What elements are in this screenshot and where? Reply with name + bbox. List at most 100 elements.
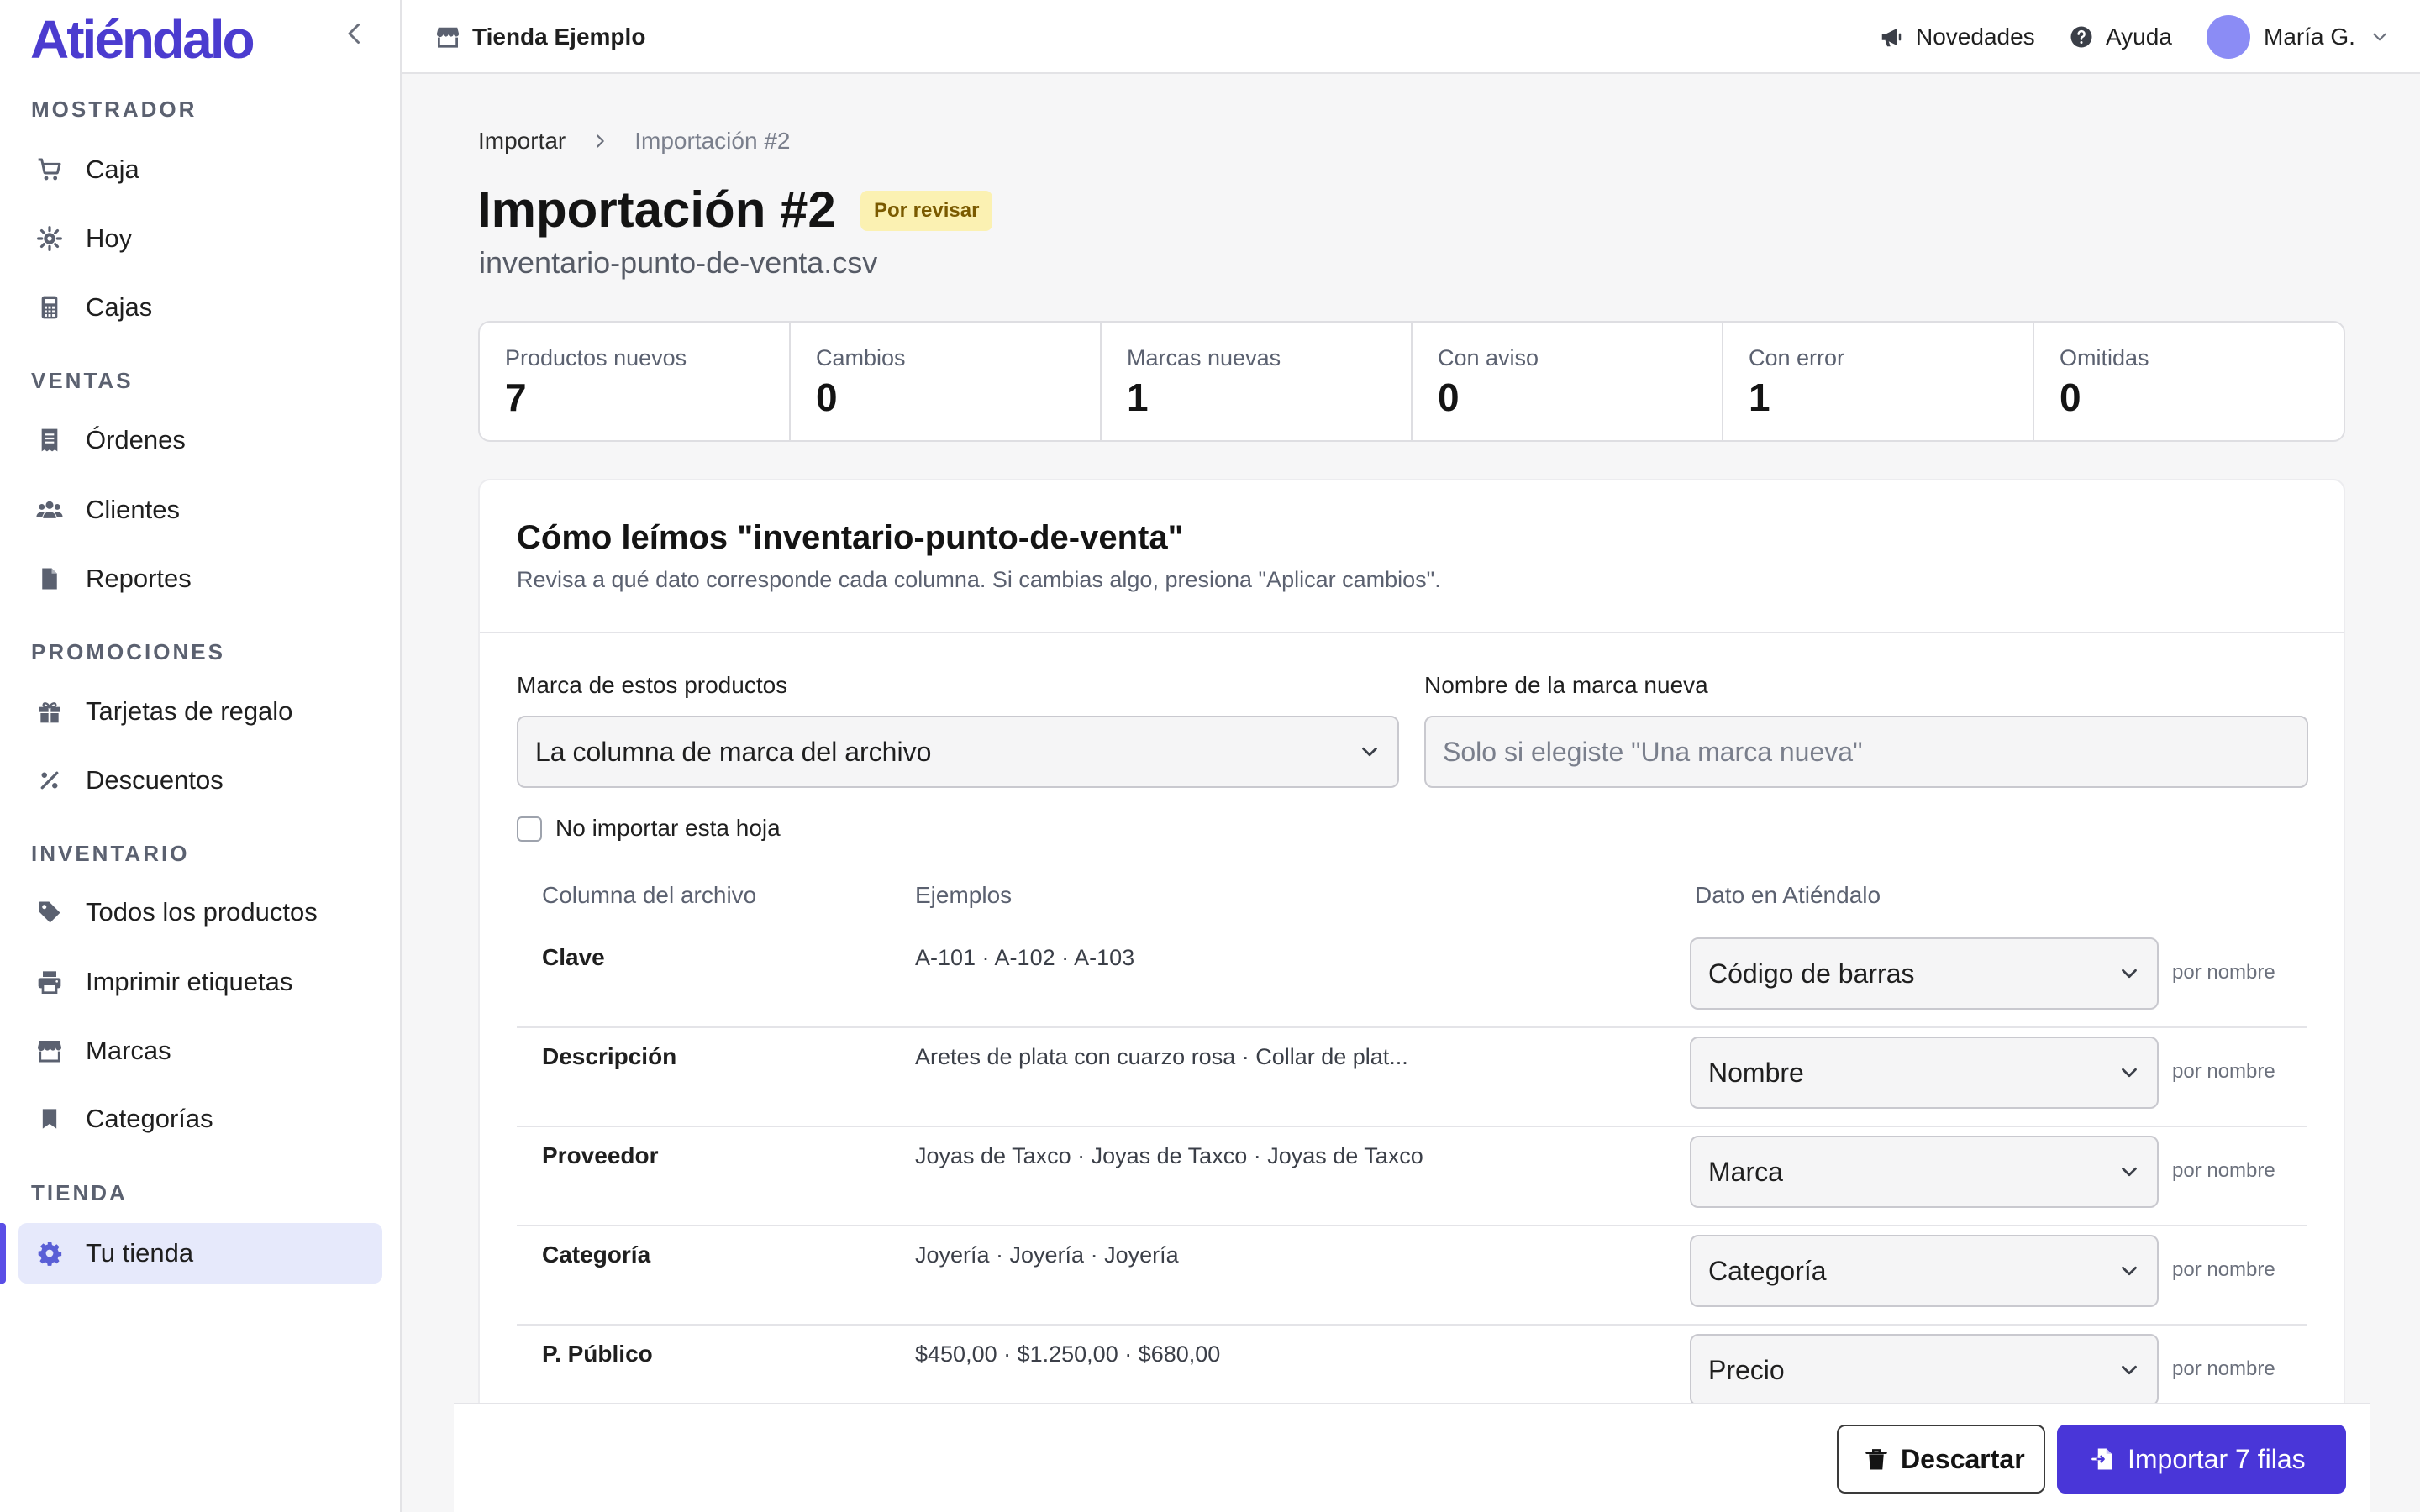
- sidebar-item-imprimir-etiquetas[interactable]: Imprimir etiquetas: [18, 952, 382, 1012]
- chevron-down-icon: [2117, 1159, 2142, 1184]
- select-value: Categoría: [1708, 1255, 1827, 1286]
- trash-icon: [1864, 1446, 1889, 1472]
- percent-icon: [35, 766, 64, 795]
- stat-warnings: Con aviso 0: [1413, 323, 1723, 440]
- help-link[interactable]: Ayuda: [2069, 0, 2172, 74]
- discard-button[interactable]: Descartar: [1837, 1425, 2045, 1494]
- table-row: Clave A-101 · A-102 · A-103 Código de ba…: [517, 929, 2307, 1028]
- stat-value: 7: [505, 375, 527, 419]
- action-bar: Descartar Importar 7 filas: [454, 1403, 2370, 1512]
- receipt-icon: [35, 426, 64, 454]
- sidebar-item-todos-los-productos[interactable]: Todos los productos: [18, 882, 382, 942]
- target-field-select[interactable]: Precio: [1690, 1334, 2159, 1406]
- sidebar-item-marcas[interactable]: Marcas: [18, 1021, 382, 1081]
- chevron-left-icon: [348, 24, 360, 44]
- select-value: Nombre: [1708, 1057, 1804, 1088]
- card-title: Cómo leímos "inventario-punto-de-venta": [517, 519, 1184, 556]
- column-examples: Aretes de plata con cuarzo rosa · Collar…: [915, 1044, 1408, 1069]
- section-title-promociones: PROMOCIONES: [31, 639, 225, 664]
- sidebar-item-reportes[interactable]: Reportes: [18, 549, 382, 609]
- target-field-select[interactable]: Marca: [1690, 1136, 2159, 1208]
- match-method: por nombre: [2172, 961, 2275, 984]
- stat-new-brands: Marcas nuevas 1: [1102, 323, 1413, 440]
- stat-label: Con error: [1749, 345, 1845, 370]
- stat-value: 0: [2060, 375, 2081, 419]
- section-title-mostrador: MOSTRADOR: [31, 97, 197, 122]
- select-value: La columna de marca del archivo: [535, 736, 932, 767]
- stat-label: Marcas nuevas: [1127, 345, 1281, 370]
- section-title-inventario: INVENTARIO: [31, 841, 190, 866]
- store-name: Tienda Ejemplo: [472, 24, 646, 50]
- brand-source-select[interactable]: La columna de marca del archivo: [517, 716, 1399, 788]
- sidebar-item-clientes[interactable]: Clientes: [18, 480, 382, 540]
- target-field-select[interactable]: Código de barras: [1690, 937, 2159, 1010]
- table-row: Proveedor Joyas de Taxco · Joyas de Taxc…: [517, 1127, 2307, 1226]
- new-brand-input[interactable]: [1424, 716, 2308, 788]
- select-value: Código de barras: [1708, 958, 1915, 989]
- bookmark-icon: [35, 1105, 64, 1133]
- chevron-right-icon: [591, 132, 609, 150]
- file-name: inventario-punto-de-venta.csv: [479, 245, 878, 280]
- skip-sheet-checkbox[interactable]: [517, 816, 542, 842]
- stat-value: 1: [1127, 375, 1149, 419]
- match-method: por nombre: [2172, 1060, 2275, 1083]
- sidebar-item-label: Marcas: [86, 1036, 171, 1065]
- sidebar-item-tu-tienda[interactable]: Tu tienda: [18, 1223, 382, 1284]
- sidebar-item-cajas[interactable]: Cajas: [18, 277, 382, 338]
- page-title: Importación #2: [477, 181, 836, 238]
- file-import-icon: [2091, 1446, 2116, 1472]
- sidebar-item-label: Caja: [86, 155, 139, 184]
- table-row: Descripción Aretes de plata con cuarzo r…: [517, 1028, 2307, 1127]
- chevron-down-icon: [2369, 26, 2391, 48]
- printer-icon: [35, 968, 64, 996]
- sidebar-item-label: Categorías: [86, 1104, 213, 1133]
- breadcrumb-import-link[interactable]: Importar: [478, 128, 566, 155]
- file-column-name: Descripción: [542, 1043, 677, 1069]
- sidebar-item-label: Cajas: [86, 292, 153, 322]
- file-column-name: Proveedor: [542, 1142, 659, 1168]
- chevron-down-icon: [2117, 1258, 2142, 1284]
- help-label: Ayuda: [2106, 24, 2172, 50]
- file-column-name: Clave: [542, 944, 605, 970]
- stat-errors: Con error 1: [1723, 323, 2034, 440]
- sidebar-item-tarjetas-de-regalo[interactable]: Tarjetas de regalo: [18, 681, 382, 742]
- sidebar-item-caja[interactable]: Caja: [18, 139, 382, 200]
- stat-label: Productos nuevos: [505, 345, 687, 370]
- sun-gear-icon: [35, 224, 64, 253]
- tag-icon: [35, 898, 64, 927]
- sidebar-item-hoy[interactable]: Hoy: [18, 208, 382, 269]
- chevron-down-icon: [2117, 1060, 2142, 1085]
- sidebar-item-ordenes[interactable]: Órdenes: [18, 410, 382, 470]
- stat-value: 1: [1749, 375, 1770, 419]
- store-switcher[interactable]: Tienda Ejemplo: [435, 0, 645, 74]
- sidebar-item-label: Todos los productos: [86, 897, 318, 927]
- app-logo[interactable]: Atiéndalo: [30, 7, 255, 72]
- user-name: María G.: [2264, 24, 2355, 50]
- sidebar: Atiéndalo MOSTRADOR Caja Hoy Cajas VENTA…: [0, 0, 402, 1512]
- sidebar-item-descuentos[interactable]: Descuentos: [18, 750, 382, 811]
- target-field-select[interactable]: Categoría: [1690, 1235, 2159, 1307]
- match-method: por nombre: [2172, 1159, 2275, 1182]
- stat-label: Omitidas: [2060, 345, 2149, 370]
- card-subtitle: Revisa a qué dato corresponde cada colum…: [517, 567, 1441, 592]
- collapse-sidebar-button[interactable]: [339, 18, 370, 49]
- cart-icon: [35, 155, 64, 184]
- news-link[interactable]: Novedades: [1879, 0, 2035, 74]
- card-header: Cómo leímos "inventario-punto-de-venta" …: [480, 480, 2344, 633]
- sidebar-item-label: Descuentos: [86, 765, 224, 795]
- match-method: por nombre: [2172, 1258, 2275, 1281]
- avatar: [2207, 15, 2250, 59]
- sidebar-item-categorias[interactable]: Categorías: [18, 1089, 382, 1149]
- import-button[interactable]: Importar 7 filas: [2057, 1425, 2346, 1494]
- sidebar-item-label: Clientes: [86, 495, 180, 524]
- breadcrumb: Importar Importación #2: [478, 126, 790, 156]
- document-icon: [35, 564, 64, 593]
- gear-icon: [35, 1239, 64, 1268]
- storefront-icon: [35, 1037, 64, 1065]
- user-menu[interactable]: María G.: [2207, 0, 2391, 74]
- target-field-select[interactable]: Nombre: [1690, 1037, 2159, 1109]
- stat-label: Con aviso: [1438, 345, 1539, 370]
- chevron-down-icon: [2117, 961, 2142, 986]
- stat-changes: Cambios 0: [791, 323, 1102, 440]
- import-summary: Productos nuevos 7 Cambios 0 Marcas nuevas…: [478, 321, 2345, 442]
